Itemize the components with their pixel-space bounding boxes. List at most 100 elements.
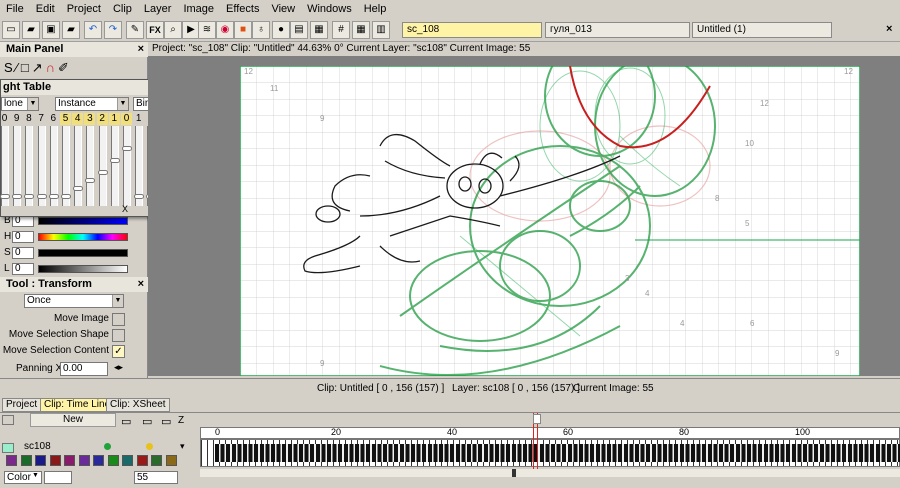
doc-tab[interactable]: sc_108 bbox=[402, 22, 542, 38]
color-swatch[interactable] bbox=[93, 455, 104, 466]
camera-icon[interactable]: ▭ bbox=[161, 415, 171, 428]
frames-strip[interactable] bbox=[200, 439, 900, 467]
bottom-tab[interactable]: Project bbox=[2, 398, 42, 412]
folder-icon[interactable]: ▰ bbox=[62, 21, 80, 39]
slider-knob[interactable] bbox=[109, 158, 120, 163]
menu-help[interactable]: Help bbox=[358, 3, 393, 15]
slider-knob[interactable] bbox=[12, 194, 23, 199]
close-doc-icon[interactable]: × bbox=[886, 23, 892, 35]
color-swatch[interactable] bbox=[107, 455, 119, 466]
doc-tab[interactable]: гуля_013 bbox=[545, 22, 690, 38]
tool-mode-select[interactable]: Once ▼ bbox=[24, 294, 124, 308]
menu-clip[interactable]: Clip bbox=[107, 3, 138, 15]
opacity-slider[interactable] bbox=[48, 126, 59, 206]
brush-icon[interactable]: ✎ bbox=[126, 21, 144, 39]
frames-icon[interactable]: ▥ bbox=[372, 21, 390, 39]
color-value-input[interactable]: 55 bbox=[134, 471, 178, 484]
color-channel-slider[interactable] bbox=[38, 249, 128, 257]
layers-icon[interactable]: ≋ bbox=[198, 21, 216, 39]
opacity-slider[interactable] bbox=[24, 126, 35, 206]
layer-name[interactable]: sc108 bbox=[24, 441, 51, 452]
playhead-handle[interactable] bbox=[533, 414, 541, 424]
slider-knob[interactable] bbox=[85, 178, 96, 183]
grid-icon[interactable]: # bbox=[332, 21, 350, 39]
opacity-slider[interactable] bbox=[134, 126, 145, 206]
new-layer-button[interactable]: New bbox=[30, 413, 116, 427]
link-icon[interactable]: ▭ bbox=[142, 415, 152, 428]
menu-image[interactable]: Image bbox=[177, 3, 220, 15]
slider-knob[interactable] bbox=[24, 194, 35, 199]
camera-icon[interactable]: ▤ bbox=[290, 21, 308, 39]
slider-knob[interactable] bbox=[97, 170, 108, 175]
panning-x-input[interactable]: 0.00 bbox=[60, 362, 108, 376]
curve-tool-icon[interactable]: S bbox=[4, 60, 16, 75]
timeline-scrollbar[interactable] bbox=[200, 469, 900, 477]
record-icon[interactable]: ● bbox=[272, 21, 290, 39]
slider-knob[interactable] bbox=[122, 146, 132, 151]
tool-option-checkbox[interactable]: ✓ bbox=[112, 345, 125, 358]
instance-select[interactable]: Instance ▼ bbox=[55, 97, 129, 111]
color-channel-input[interactable]: 0 bbox=[12, 231, 34, 243]
color-channel-input[interactable]: 0 bbox=[12, 247, 34, 259]
lock-icon[interactable]: ▭ bbox=[121, 415, 131, 428]
eraser-tool-icon[interactable]: ✐ bbox=[58, 60, 72, 75]
color-swatch[interactable] bbox=[64, 455, 75, 466]
color-swatch[interactable] bbox=[20, 455, 32, 466]
bottom-tab[interactable]: Clip: Time Line bbox=[40, 398, 115, 412]
undo-icon[interactable]: ↶ bbox=[84, 21, 102, 39]
scroll-thumb[interactable] bbox=[512, 469, 516, 477]
menu-project[interactable]: Project bbox=[61, 3, 107, 15]
opacity-slider[interactable] bbox=[12, 126, 23, 206]
slider-knob[interactable] bbox=[134, 194, 145, 199]
fx-icon[interactable]: FX bbox=[146, 21, 164, 39]
color-swatch[interactable] bbox=[136, 455, 148, 466]
color-channel-slider[interactable] bbox=[38, 265, 128, 273]
lasso-tool-icon[interactable]: ↗ bbox=[32, 60, 46, 75]
color-swatch[interactable] bbox=[122, 455, 133, 466]
opacity-slider[interactable] bbox=[36, 126, 47, 206]
menu-effects[interactable]: Effects bbox=[220, 3, 265, 15]
save-icon[interactable]: ▣ bbox=[42, 21, 60, 39]
visibility-dot-icon[interactable] bbox=[104, 443, 111, 450]
opacity-slider[interactable] bbox=[0, 126, 10, 206]
fill-tool-icon[interactable]: ∩ bbox=[46, 60, 58, 75]
onion-icon[interactable]: ▾ bbox=[180, 441, 185, 452]
lightbulb-icon[interactable]: ♁ bbox=[252, 21, 270, 39]
doc-tab[interactable]: Untitled (1) bbox=[692, 22, 832, 38]
table-icon[interactable]: ▦ bbox=[352, 21, 370, 39]
redo-icon[interactable]: ↷ bbox=[104, 21, 122, 39]
color-wheel-icon[interactable]: ◉ bbox=[216, 21, 234, 39]
color-channel-slider[interactable] bbox=[38, 217, 128, 225]
tool-option-checkbox[interactable] bbox=[112, 329, 125, 342]
menu-windows[interactable]: Windows bbox=[301, 3, 358, 15]
main-panel-close-icon[interactable]: × bbox=[138, 42, 144, 57]
slider-knob[interactable] bbox=[48, 194, 59, 199]
menu-edit[interactable]: Edit bbox=[30, 3, 61, 15]
timeline-ruler[interactable]: 0 20 40 60 80 100 bbox=[200, 427, 900, 439]
color-preview[interactable] bbox=[44, 471, 72, 484]
bottom-tab[interactable]: Clip: XSheet bbox=[106, 398, 170, 412]
color-swatch[interactable] bbox=[49, 455, 61, 466]
opacity-slider[interactable] bbox=[122, 126, 132, 206]
lock-dot-icon[interactable] bbox=[146, 443, 153, 450]
drawing-paper[interactable]: 11 9 12 10 8 5 3 4 4 6 9 9 12 12 bbox=[239, 56, 861, 376]
opacity-slider[interactable] bbox=[85, 126, 96, 206]
tool-option-checkbox[interactable] bbox=[112, 313, 125, 326]
menu-file[interactable]: File bbox=[0, 3, 30, 15]
menu-layer[interactable]: Layer bbox=[138, 3, 178, 15]
color-picker-icon[interactable]: ■ bbox=[234, 21, 252, 39]
color-swatch[interactable] bbox=[6, 455, 17, 466]
color-swatch[interactable] bbox=[35, 455, 46, 466]
zoom-icon[interactable]: ⌕ bbox=[164, 21, 182, 39]
tool-panel-close-icon[interactable]: × bbox=[138, 277, 144, 292]
stepper-icon[interactable]: ◂▸ bbox=[114, 362, 123, 373]
canvas-area[interactable]: 11 9 12 10 8 5 3 4 4 6 9 9 12 12 bbox=[148, 56, 900, 376]
color-swatch[interactable] bbox=[78, 455, 90, 466]
slider-knob[interactable] bbox=[0, 194, 10, 199]
new-file-icon[interactable]: ▭ bbox=[2, 21, 20, 39]
rect-tool-icon[interactable]: □ bbox=[21, 60, 32, 75]
slider-knob[interactable] bbox=[36, 194, 47, 199]
film-icon[interactable] bbox=[2, 415, 14, 425]
frame-cells[interactable] bbox=[215, 444, 900, 462]
slider-knob[interactable] bbox=[61, 194, 71, 199]
